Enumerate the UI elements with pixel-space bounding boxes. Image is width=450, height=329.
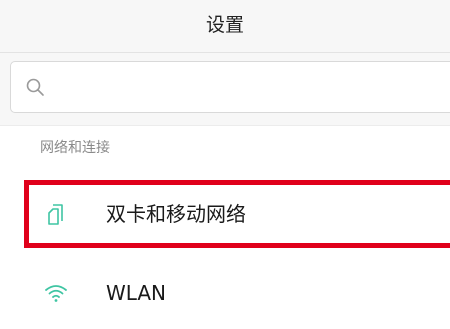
search-area: [0, 53, 450, 126]
list-item-label: 双卡和移动网络: [106, 202, 246, 226]
section-label-network: 网络和连接: [40, 140, 110, 156]
wifi-icon: [45, 285, 67, 302]
search-icon: [26, 78, 44, 96]
page-title: 设置: [205, 14, 244, 36]
header: 设置: [0, 0, 450, 53]
search-input[interactable]: [57, 72, 441, 104]
sim-card-icon: [48, 204, 63, 225]
search-box[interactable]: [10, 61, 450, 113]
list-item-wlan[interactable]: WLAN: [0, 255, 450, 329]
list-item-label: WLAN: [106, 281, 167, 305]
list-item-dual-sim[interactable]: 双卡和移动网络: [0, 178, 450, 252]
